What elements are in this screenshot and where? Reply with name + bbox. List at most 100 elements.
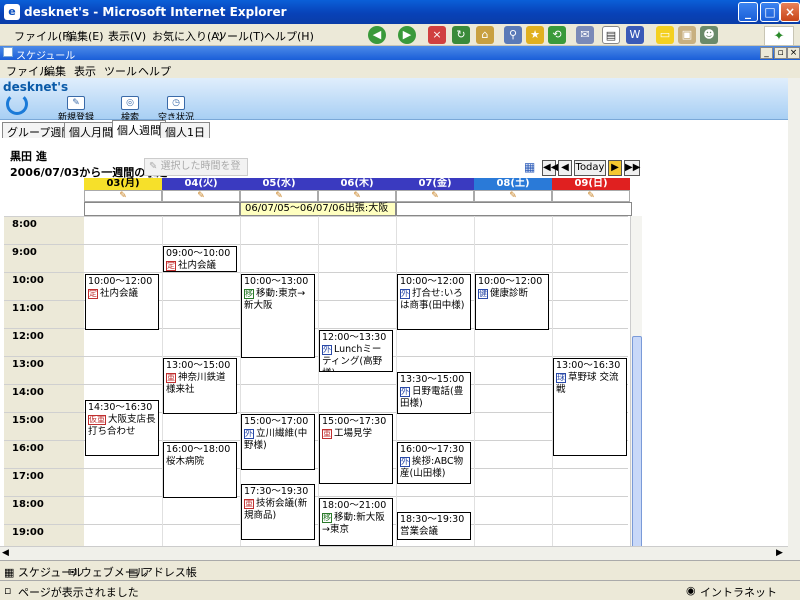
taskbar-addressbook[interactable]: ▤ アドレス帳 (128, 564, 197, 580)
search-button[interactable]: ◎ 検索 (108, 96, 152, 123)
mail-icon[interactable]: ✉ (576, 26, 594, 44)
event-card[interactable]: 12:00〜13:30外Lunchミーティング(高野様) (319, 330, 393, 372)
ie-menu-tools[interactable]: ツール(T) (216, 28, 264, 44)
page-horizontal-scrollbar[interactable]: ◀ ▶ (0, 546, 788, 560)
today-button[interactable]: Today (574, 160, 606, 176)
clock-icon: ◷ (167, 96, 185, 110)
add-event-pencil-icon[interactable]: ✎ (240, 190, 318, 202)
span-empty-cell[interactable] (396, 202, 632, 216)
refresh-logo-icon[interactable] (6, 93, 28, 115)
event-card[interactable]: 13:00〜16:30 球草野球 交流戦 (553, 358, 627, 456)
event-card[interactable]: 10:00〜12:00 定社内会議 (85, 274, 159, 330)
hour-row[interactable]: 9:00 (4, 244, 628, 272)
scroll-left-icon[interactable]: ◀ (2, 548, 9, 558)
ie-menu-help[interactable]: ヘルプ(H) (264, 28, 314, 44)
free-status-button[interactable]: ◷ 空き状況 (154, 96, 198, 123)
next-day-button[interactable]: ▶ (608, 160, 622, 176)
event-card[interactable]: 13:00〜15:00 重神奈川鉄道様来社 (163, 358, 237, 414)
minimize-button[interactable]: _ (738, 2, 758, 22)
day-header-3[interactable]: 06(木) (318, 178, 396, 190)
app-menu-view[interactable]: 表示 (74, 63, 96, 79)
event-card[interactable]: 17:30〜19:30 重技術会議(新規商品) (241, 484, 315, 540)
discuss-icon[interactable]: ▭ (656, 26, 674, 44)
add-event-pencil-icon[interactable]: ✎ (474, 190, 552, 202)
day-header-1[interactable]: 04(火) (162, 178, 240, 190)
app-menu-help[interactable]: ヘルプ (138, 63, 171, 79)
history-icon[interactable]: ⟲ (548, 26, 566, 44)
ie-menu-edit[interactable]: 編集(E) (66, 28, 104, 44)
app-menu-tools[interactable]: ツール (104, 63, 137, 79)
event-card[interactable]: 10:00〜13:00 移移動:東京→新大阪 (241, 274, 315, 358)
span-event-osaka[interactable]: 06/07/05〜06/07/06出張:大阪 (240, 202, 396, 216)
calendar-scroll-thumb[interactable] (632, 336, 642, 556)
prev-day-button[interactable]: ◀ (558, 160, 572, 176)
stop-icon[interactable]: × (428, 26, 446, 44)
event-type-icon: 定 (88, 288, 98, 299)
new-entry-icon: ✎ (67, 96, 85, 110)
hour-row[interactable]: 18:00 (4, 496, 628, 524)
tab-personal-day[interactable]: 個人1日 (160, 122, 210, 139)
hour-row[interactable]: 17:00 (4, 468, 628, 496)
new-entry-button[interactable]: ✎ 新規登録 (54, 96, 98, 123)
refresh-icon[interactable]: ↻ (452, 26, 470, 44)
add-event-pencil-icon[interactable]: ✎ (396, 190, 474, 202)
back-icon[interactable]: ◀ (368, 26, 386, 44)
add-event-pencil-icon[interactable]: ✎ (318, 190, 396, 202)
favorites-icon[interactable]: ★ (526, 26, 544, 44)
schedule-window-icon (3, 47, 13, 57)
event-type-icon: 球 (556, 372, 566, 383)
add-event-pencil-icon[interactable]: ✎ (162, 190, 240, 202)
app-menu-edit[interactable]: 編集 (44, 63, 66, 79)
day-header-5[interactable]: 08(土) (474, 178, 552, 190)
inner-close-button[interactable]: × (787, 47, 800, 59)
forward-icon[interactable]: ▶ (398, 26, 416, 44)
span-empty-cell[interactable] (84, 202, 240, 216)
tab-personal-week[interactable]: 個人週間 (112, 120, 166, 138)
next-week-button[interactable]: ▶▶ (624, 160, 640, 176)
event-type-icon: 外 (400, 456, 410, 467)
hour-label: 16:00 (12, 443, 44, 454)
inner-restore-button[interactable]: ▫ (774, 47, 787, 59)
hour-row[interactable]: 12:00 (4, 328, 628, 356)
day-header-4[interactable]: 07(金) (396, 178, 474, 190)
day-header-6[interactable]: 09(日) (552, 178, 630, 190)
event-card[interactable]: 18:30〜19:30 営業会議 (397, 512, 471, 540)
ie-menu-file[interactable]: ファイル(F) (14, 28, 73, 44)
hour-label: 19:00 (12, 527, 44, 538)
scroll-right-icon[interactable]: ▶ (776, 548, 783, 558)
event-card[interactable]: 16:00〜18:00 桜木病院 (163, 442, 237, 498)
event-card[interactable]: 10:00〜12:00 外打合せ:いろは商事(田中様) (397, 274, 471, 330)
day-header-0[interactable]: 03(月) (84, 178, 162, 190)
ie-menu-favorites[interactable]: お気に入り(A) (152, 28, 223, 44)
inner-minimize-button[interactable]: _ (760, 47, 773, 59)
event-time: 12:00〜13:30 (322, 332, 387, 343)
prev-week-button[interactable]: ◀◀ (542, 160, 558, 176)
event-card[interactable]: 18:00〜21:00 移移動:新大阪→東京 (319, 498, 393, 546)
add-event-pencil-icon[interactable]: ✎ (84, 190, 162, 202)
ie-menu-view[interactable]: 表示(V) (108, 28, 146, 44)
home-icon[interactable]: ⌂ (476, 26, 494, 44)
event-card[interactable]: 15:00〜17:00 外立川繊維(中野様) (241, 414, 315, 470)
calendar-scrollbar[interactable] (630, 216, 642, 556)
register-selected-button[interactable]: ✎ 選択した時間を登録 (144, 158, 248, 188)
page-vertical-scrollbar[interactable] (788, 78, 800, 560)
hour-row[interactable]: 13:00 (4, 356, 628, 384)
event-card[interactable]: 14:30〜16:30 仮重 大阪支店長打ち合わせ (85, 400, 159, 456)
event-card[interactable]: 10:00〜12:00 健健康診断 (475, 274, 549, 330)
calendar-pick-icon[interactable]: ▦ (524, 160, 535, 176)
close-button[interactable]: × (780, 2, 800, 22)
event-card[interactable]: 15:00〜17:30 重工場見学 (319, 414, 393, 484)
event-card[interactable]: 16:00〜17:30 外挨拶:ABC物産(山田様) (397, 442, 471, 484)
messenger-icon[interactable]: ☻ (700, 26, 718, 44)
maximize-button[interactable]: □ (760, 2, 780, 22)
tab-personal-month[interactable]: 個人月間 (64, 122, 118, 139)
event-card[interactable]: 13:30〜15:00 外日野電話(豊田様) (397, 372, 471, 414)
event-card[interactable]: 09:00〜10:00 定社内会議 (163, 246, 237, 272)
hour-row[interactable]: 8:00 (4, 216, 628, 244)
print-icon[interactable]: ▤ (602, 26, 620, 44)
edit-icon[interactable]: W (626, 26, 644, 44)
add-event-pencil-icon[interactable]: ✎ (552, 190, 630, 202)
research-icon[interactable]: ▣ (678, 26, 696, 44)
search-icon[interactable]: ⚲ (504, 26, 522, 44)
day-header-2[interactable]: 05(水) (240, 178, 318, 190)
